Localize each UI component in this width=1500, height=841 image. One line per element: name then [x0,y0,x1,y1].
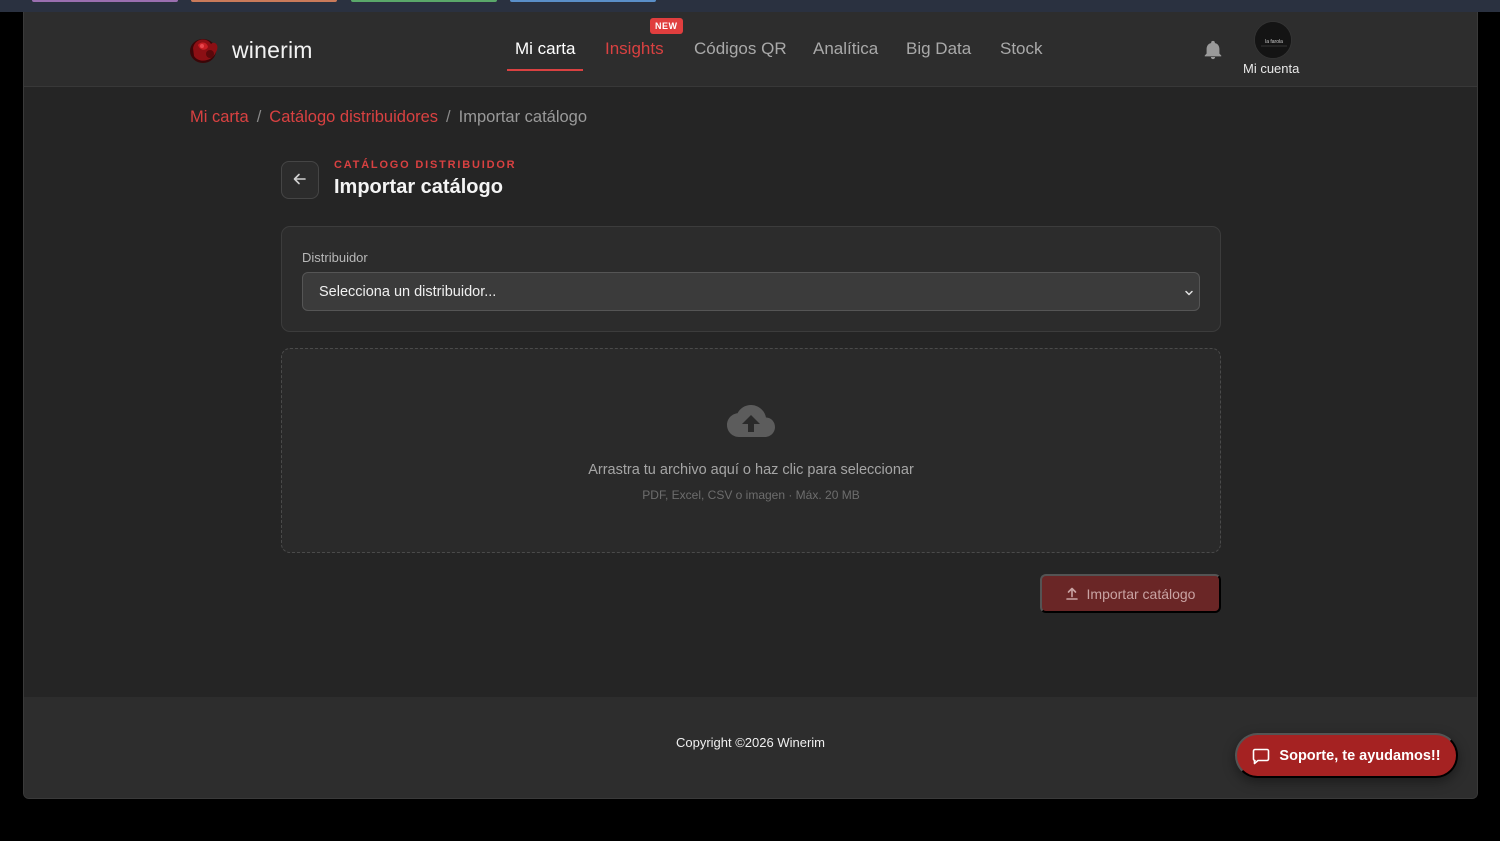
tab-indicator [510,0,656,2]
tab-indicator [32,0,178,2]
page-eyebrow: CATÁLOGO DISTRIBUIDOR [334,159,517,171]
browser-tab-strip [0,0,1500,12]
app-window: winerim Mi carta Insights NEW Códigos QR… [23,12,1478,799]
top-navbar: winerim Mi carta Insights NEW Códigos QR… [24,12,1477,87]
back-button[interactable] [281,161,319,199]
distributor-select[interactable]: Selecciona un distribuidor... [302,272,1200,311]
tab-indicator [191,0,337,2]
account-label[interactable]: Mi cuenta [1243,61,1299,76]
nav-mi-carta[interactable]: Mi carta [515,39,575,59]
breadcrumb-current: Importar catálogo [458,108,588,126]
chat-icon [1252,747,1270,765]
breadcrumb-mi-carta[interactable]: Mi carta [190,108,249,126]
distributor-label: Distribuidor [302,250,368,265]
upload-icon [1065,587,1078,600]
nav-analitica[interactable]: Analítica [813,39,878,59]
cloud-upload-icon [726,403,776,441]
support-chat-label: Soporte, te ayudamos!! [1279,747,1441,764]
brand-name: winerim [232,36,313,63]
arrow-left-icon [292,171,308,190]
chevron-down-icon [1183,286,1195,298]
new-badge: NEW [650,18,683,34]
page-title: Importar catálogo [334,176,503,198]
import-catalog-label: Importar catálogo [1086,585,1196,602]
breadcrumb-separator: / [446,108,451,126]
breadcrumb: Mi carta / Catálogo distribuidores / Importa… [190,108,587,127]
bell-icon[interactable] [1202,39,1224,61]
file-dropzone[interactable]: Arrastra tu archivo aquí o haz clic para… [281,348,1221,553]
distributor-card: Distribuidor Selecciona un distribuidor.… [281,226,1221,332]
dropzone-instructions: Arrastra tu archivo aquí o haz clic para… [588,462,914,478]
import-catalog-button[interactable]: Importar catálogo [1040,574,1221,613]
distributor-select-value: Selecciona un distribuidor... [319,284,497,300]
breadcrumb-separator: / [256,108,262,126]
nav-insights[interactable]: Insights [605,39,664,59]
nav-active-indicator [507,69,583,71]
nav-codigos-qr[interactable]: Códigos QR [694,39,787,59]
nav-big-data[interactable]: Big Data [906,39,971,59]
avatar[interactable]: la farola [1254,21,1292,59]
tab-indicator [351,0,497,2]
avatar-text: la farola [1265,39,1283,45]
dropzone-file-hint: PDF, Excel, CSV o imagen · Máx. 20 MB [642,488,860,502]
breadcrumb-catalogo-distribuidores[interactable]: Catálogo distribuidores [269,108,438,126]
brand-logo[interactable]: winerim [189,34,313,66]
logo-icon [189,34,221,66]
support-chat-button[interactable]: Soporte, te ayudamos!! [1235,733,1458,778]
nav-stock[interactable]: Stock [1000,39,1043,59]
